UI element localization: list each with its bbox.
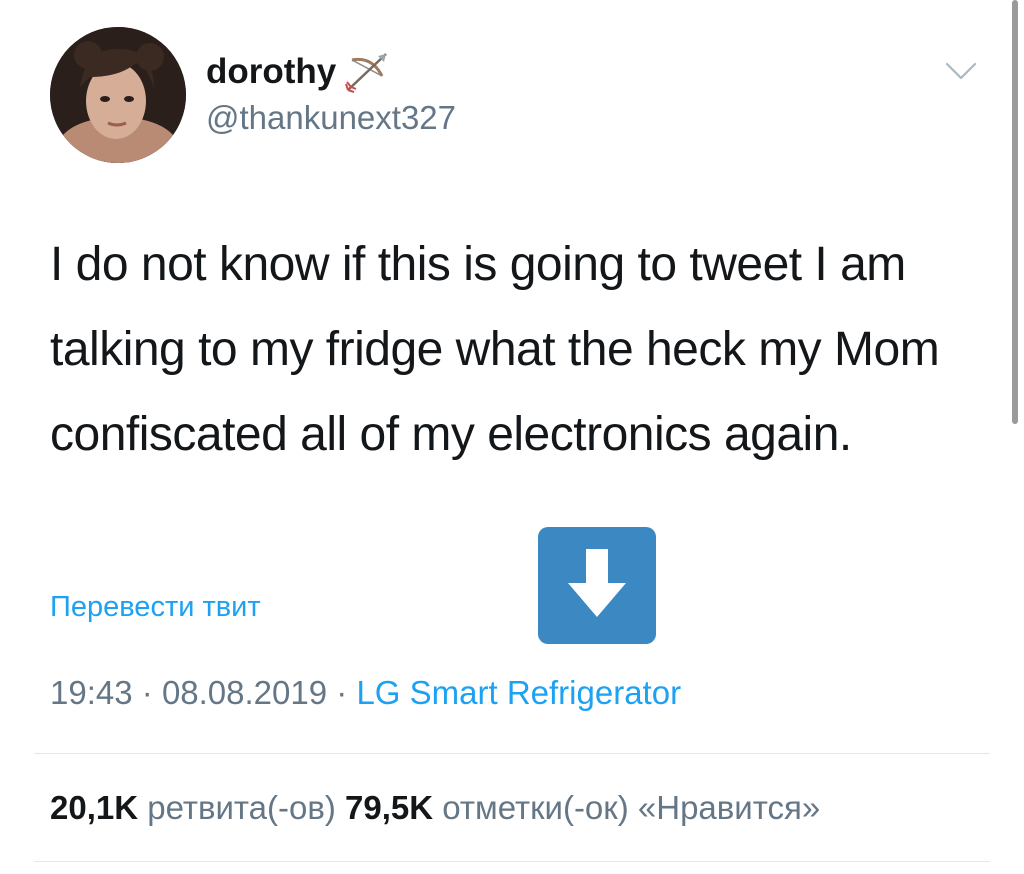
tweet-time: 19:43: [50, 674, 133, 711]
avatar[interactable]: [50, 27, 186, 163]
author-display-name[interactable]: dorothy: [206, 52, 336, 92]
chevron-down-icon[interactable]: [944, 58, 978, 84]
retweets-stat[interactable]: 20,1K ретвита(-ов): [50, 789, 345, 826]
likes-stat[interactable]: 79,5K отметки(-ок) «Нравится»: [345, 789, 820, 826]
retweets-label: ретвита(-ов): [147, 789, 336, 826]
down-arrow-icon[interactable]: [538, 527, 656, 644]
avatar-photo: [50, 27, 186, 163]
meta-separator: ·: [141, 674, 153, 711]
likes-count: 79,5K: [345, 789, 434, 826]
tweet-stats: 20,1K ретвита(-ов) 79,5K отметки(-ок) «Н…: [50, 789, 820, 827]
tweet-text: I do not know if this is going to tweet …: [50, 238, 940, 461]
meta-separator: ·: [336, 674, 348, 711]
author-name-row[interactable]: dorothy: [206, 46, 394, 98]
scrollbar[interactable]: [1012, 0, 1018, 424]
retweets-count: 20,1K: [50, 789, 139, 826]
divider: [34, 753, 990, 754]
likes-label: отметки(-ок) «Нравится»: [442, 789, 821, 826]
divider: [34, 861, 990, 862]
author-handle[interactable]: @thankunext327: [206, 99, 456, 137]
tweet-source-link[interactable]: LG Smart Refrigerator: [356, 674, 681, 711]
tweet-meta: 19:43 · 08.08.2019 · LG Smart Refrigerat…: [50, 674, 681, 712]
tweet-date: 08.08.2019: [161, 674, 328, 711]
translate-tweet-link[interactable]: Перевести твит: [50, 591, 261, 624]
bow-and-arrow-icon: [342, 46, 394, 98]
